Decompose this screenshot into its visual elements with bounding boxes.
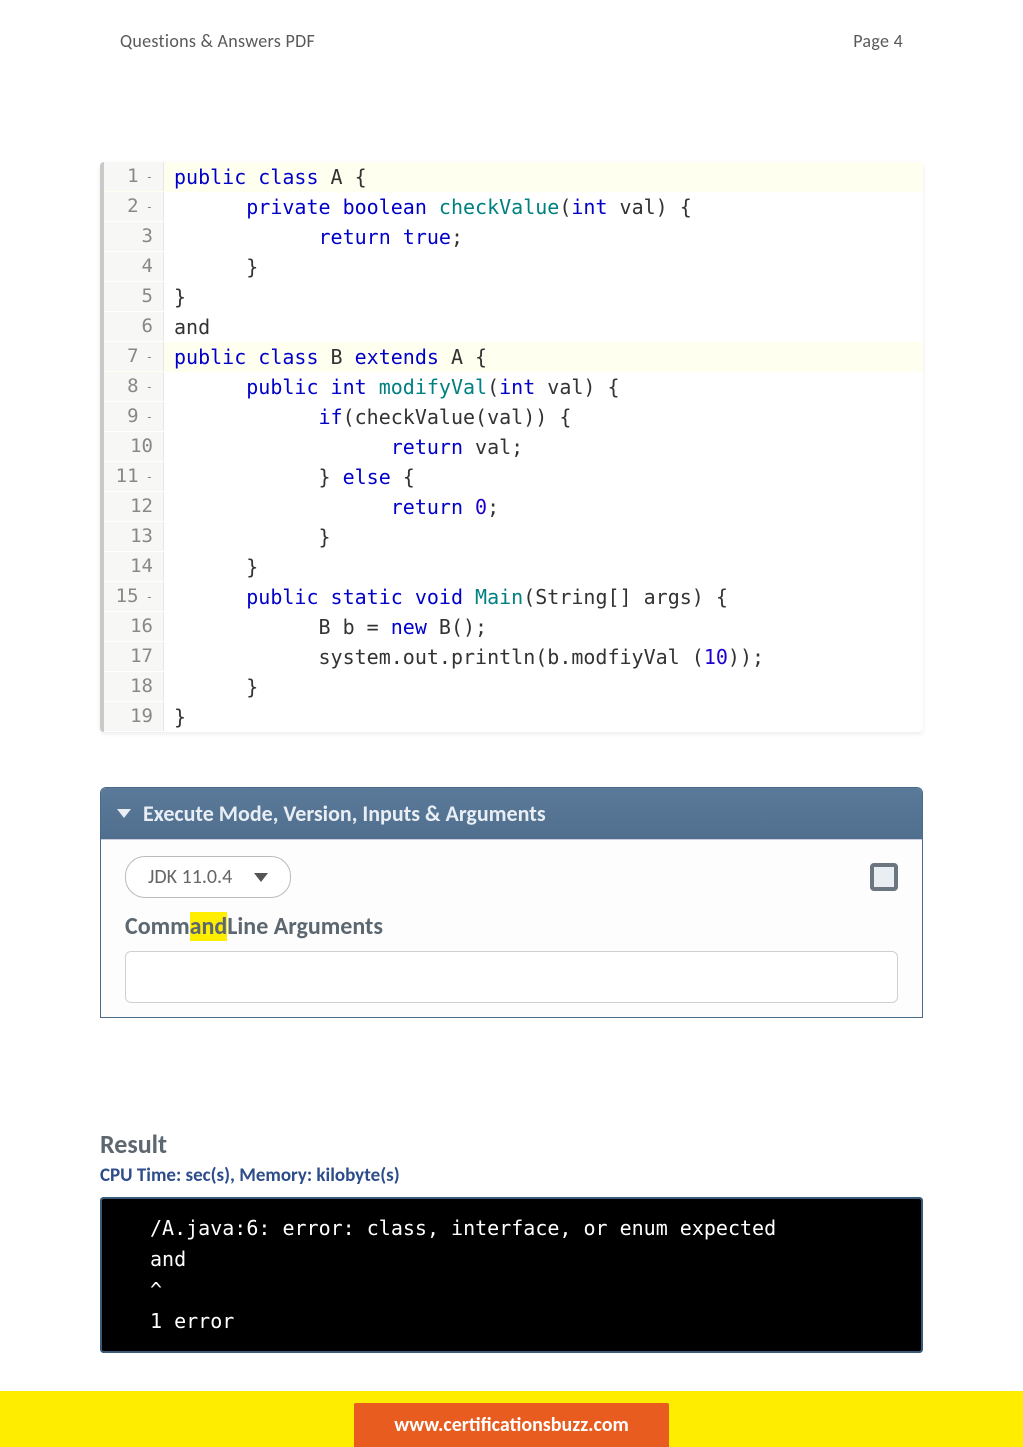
commandline-label: CommandLine Arguments: [125, 912, 898, 941]
line-number: 7 -: [104, 342, 164, 371]
code-row: 9 - if(checkValue(val)) {: [104, 402, 923, 432]
code-line: system.out.println(b.modfiyVal (10));: [164, 642, 764, 672]
code-row: 7 -public class B extends A {: [104, 342, 923, 372]
code-line: public int modifyVal(int val) {: [164, 372, 620, 402]
line-number: 1 -: [104, 162, 164, 191]
code-line: return true;: [164, 222, 463, 252]
doc-header: Questions & Answers PDF Page 4: [0, 0, 1023, 52]
page: Questions & Answers PDF Page 4 1 -public…: [0, 0, 1023, 1447]
code-line: public class B extends A {: [164, 342, 487, 372]
code-row: 10 return val;: [104, 432, 923, 462]
footer-url: www.certificationsbuzz.com: [354, 1403, 669, 1447]
code-row: 14 }: [104, 552, 923, 582]
line-number: 9 -: [104, 402, 164, 431]
result-section: Result CPU Time: sec(s), Memory: kilobyt…: [100, 1128, 923, 1353]
doc-header-right: Page 4: [853, 30, 903, 52]
code-line: }: [164, 252, 258, 282]
code-row: 4 }: [104, 252, 923, 282]
execute-panel: Execute Mode, Version, Inputs & Argument…: [100, 787, 923, 1018]
cmd-label-highlight: and: [190, 912, 228, 941]
cpu-time-line: CPU Time: sec(s), Memory: kilobyte(s): [100, 1164, 923, 1187]
code-row: 19}: [104, 702, 923, 732]
cmd-label-suffix: Line Arguments: [227, 912, 383, 941]
line-number: 5: [104, 282, 164, 311]
line-number: 19: [104, 702, 164, 731]
result-title: Result: [100, 1128, 923, 1160]
line-number: 8 -: [104, 372, 164, 401]
line-number: 3: [104, 222, 164, 251]
stop-button[interactable]: [870, 863, 898, 891]
execute-panel-header[interactable]: Execute Mode, Version, Inputs & Argument…: [101, 788, 922, 839]
line-number: 4: [104, 252, 164, 281]
code-row: 15 - public static void Main(String[] ar…: [104, 582, 923, 612]
content: 1 -public class A {2 - private boolean c…: [0, 52, 1023, 1353]
code-row: 6and: [104, 312, 923, 342]
terminal-output: /A.java:6: error: class, interface, or e…: [100, 1197, 923, 1353]
code-row: 5}: [104, 282, 923, 312]
line-number: 17: [104, 642, 164, 671]
code-line: return 0;: [164, 492, 499, 522]
line-number: 10: [104, 432, 164, 461]
line-number: 13: [104, 522, 164, 551]
line-number: 2 -: [104, 192, 164, 221]
execute-panel-title: Execute Mode, Version, Inputs & Argument…: [143, 800, 546, 827]
code-line: public class A {: [164, 162, 367, 192]
code-row: 16 B b = new B();: [104, 612, 923, 642]
code-line: B b = new B();: [164, 612, 487, 642]
commandline-input[interactable]: [125, 951, 898, 1003]
code-row: 1 -public class A {: [104, 162, 923, 192]
line-number: 6: [104, 312, 164, 341]
jdk-version-select[interactable]: JDK 11.0.4: [125, 856, 291, 898]
code-line: }: [164, 282, 186, 312]
chevron-down-icon: [117, 809, 131, 818]
code-row: 18 }: [104, 672, 923, 702]
code-line: }: [164, 552, 258, 582]
line-number: 14: [104, 552, 164, 581]
jdk-version-label: JDK 11.0.4: [148, 865, 232, 889]
code-row: 8 - public int modifyVal(int val) {: [104, 372, 923, 402]
code-line: } else {: [164, 462, 415, 492]
code-line: }: [164, 522, 331, 552]
line-number: 16: [104, 612, 164, 641]
code-row: 2 - private boolean checkValue(int val) …: [104, 192, 923, 222]
code-editor: 1 -public class A {2 - private boolean c…: [100, 162, 923, 732]
code-row: 17 system.out.println(b.modfiyVal (10));: [104, 642, 923, 672]
cmd-label-prefix: Comm: [125, 912, 190, 941]
footer-band: www.certificationsbuzz.com: [0, 1391, 1023, 1447]
chevron-down-icon: [254, 873, 268, 882]
execute-panel-body: JDK 11.0.4 CommandLine Arguments: [101, 839, 922, 1017]
line-number: 11 -: [104, 462, 164, 491]
code-line: }: [164, 702, 186, 732]
code-line: return val;: [164, 432, 523, 462]
code-line: if(checkValue(val)) {: [164, 402, 571, 432]
dropdown-row: JDK 11.0.4: [125, 856, 898, 898]
code-row: 3 return true;: [104, 222, 923, 252]
code-line: and: [164, 312, 210, 342]
code-row: 13 }: [104, 522, 923, 552]
doc-header-left: Questions & Answers PDF: [120, 30, 315, 52]
line-number: 18: [104, 672, 164, 701]
line-number: 12: [104, 492, 164, 521]
code-line: public static void Main(String[] args) {: [164, 582, 728, 612]
code-row: 12 return 0;: [104, 492, 923, 522]
code-line: private boolean checkValue(int val) {: [164, 192, 692, 222]
line-number: 15 -: [104, 582, 164, 611]
code-line: }: [164, 672, 258, 702]
code-row: 11 - } else {: [104, 462, 923, 492]
